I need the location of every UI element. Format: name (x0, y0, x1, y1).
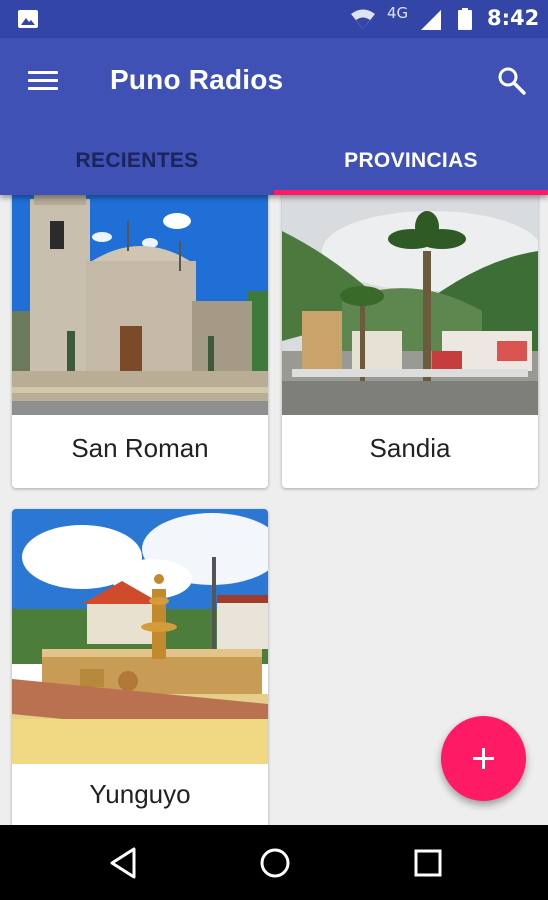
province-photo-san-roman (12, 195, 268, 415)
recents-icon[interactable] (410, 845, 446, 881)
back-icon[interactable] (106, 845, 142, 881)
wifi-icon (351, 9, 375, 29)
province-name: Yunguyo (89, 779, 191, 809)
app-title: Puno Radios (110, 64, 284, 95)
network-type-label: 4G (387, 4, 409, 22)
signal-icon (421, 10, 441, 30)
province-name: Sandia (369, 433, 451, 463)
hamburger-menu-icon[interactable] (28, 69, 60, 93)
system-navigation-bar (0, 825, 548, 900)
tab-recientes[interactable]: RECIENTES (0, 138, 274, 191)
status-clock: 8:42 (487, 6, 540, 30)
status-bar: 4G 8:42 (0, 0, 548, 38)
home-icon[interactable] (257, 845, 293, 881)
province-card-sandia[interactable]: Sandia (282, 195, 538, 488)
province-card-san-roman[interactable]: San Roman (12, 195, 268, 488)
province-name: San Roman (71, 433, 209, 463)
app-bar: Puno Radios RECIENTES PROVINCIAS (0, 38, 548, 195)
add-fab-button[interactable] (441, 716, 526, 801)
province-photo-sandia (282, 195, 538, 415)
tab-provincias[interactable]: PROVINCIAS (274, 138, 548, 191)
image-notification-icon (18, 10, 38, 28)
battery-icon (458, 8, 472, 30)
province-photo-yunguyo (12, 509, 268, 764)
province-card-yunguyo[interactable]: Yunguyo (12, 509, 268, 825)
tab-indicator (274, 190, 548, 195)
search-icon[interactable] (497, 66, 527, 96)
